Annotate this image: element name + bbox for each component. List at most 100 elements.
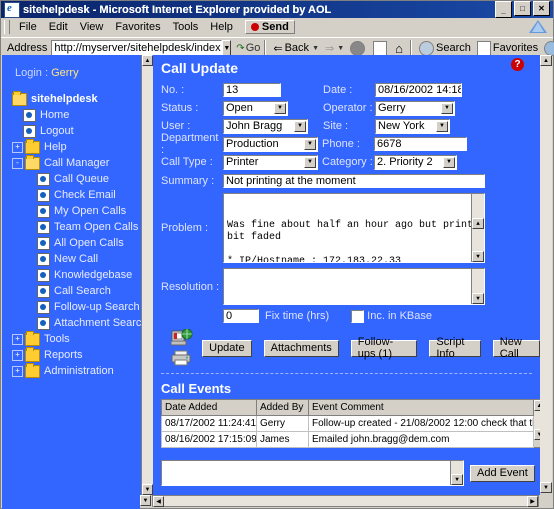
sidebar-item-new-call[interactable]: New Call: [12, 251, 141, 267]
user-select[interactable]: John Bragg ▼: [223, 118, 308, 134]
content-hscroll-right-arrow[interactable]: ▶: [527, 496, 538, 507]
forward-button[interactable]: ⇒ ▼: [322, 42, 347, 55]
toolbar-separator: [264, 40, 267, 56]
department-select[interactable]: Production ▼: [223, 136, 318, 152]
sidebar-item-team-open-calls[interactable]: Team Open Calls: [12, 219, 141, 235]
content-frame-scrollbar[interactable]: ▲ ▼: [540, 55, 552, 495]
content-scroll-up-arrow[interactable]: ▲: [540, 55, 552, 66]
sidebar-item-root[interactable]: sitehelpdesk: [12, 90, 141, 107]
nav-frame-scrollbar[interactable]: ▲ ▼: [141, 55, 153, 495]
nav-scroll-down-arrow[interactable]: ▼: [142, 484, 153, 495]
menu-grip[interactable]: [4, 20, 10, 34]
sidebar-item-follow-up-search[interactable]: Follow-up Search: [12, 299, 141, 315]
kbase-checkbox[interactable]: [351, 309, 365, 323]
help-icon[interactable]: ?: [511, 58, 524, 71]
expand-icon[interactable]: +: [12, 365, 23, 377]
sidebar-item-call-manager[interactable]: - Call Manager: [12, 154, 141, 171]
sidebar-item-attachment-search[interactable]: Attachment Search: [12, 315, 148, 331]
status-select[interactable]: Open ▼: [223, 100, 288, 116]
attachments-button[interactable]: Attachments: [263, 339, 339, 357]
table-row[interactable]: 08/16/2002 17:15:09 James Emailed john.bra…: [161, 431, 534, 448]
sidebar-item-home[interactable]: Home: [12, 107, 141, 123]
back-button[interactable]: ⇐ Back ▼: [270, 42, 322, 55]
address-dropdown-icon[interactable]: ▼: [222, 39, 232, 57]
content-hscroll-left-arrow[interactable]: ◀: [153, 496, 164, 507]
sidebar-item-my-open-calls[interactable]: My Open Calls: [12, 203, 141, 219]
go-button[interactable]: ↷ Go: [236, 42, 260, 54]
calltype-select[interactable]: Printer ▼: [223, 154, 318, 170]
update-button[interactable]: Update: [202, 339, 252, 357]
new-event-scrollbar[interactable]: ▲ ▼: [450, 461, 463, 485]
menu-edit[interactable]: Edit: [43, 20, 74, 34]
expand-icon[interactable]: +: [12, 141, 23, 153]
menu-view[interactable]: View: [74, 20, 110, 34]
date-input[interactable]: 08/16/2002 14:18:55: [375, 83, 462, 97]
collapse-icon[interactable]: -: [12, 157, 23, 169]
nav-scroll-down-arrow-2[interactable]: ▼: [140, 495, 151, 506]
summary-input[interactable]: Not printing at the moment: [223, 174, 485, 188]
content-hscrollbar[interactable]: ◀ ▶: [152, 495, 539, 507]
resolution-textarea[interactable]: ▲ ▼: [223, 268, 485, 305]
monitor-globe-icon[interactable]: [170, 329, 193, 348]
tree-connector: [26, 269, 37, 281]
sidebar-item-help[interactable]: + Help: [12, 138, 141, 155]
content-scroll-track[interactable]: [540, 66, 552, 482]
problem-textarea[interactable]: Was fine about half an hour ago but prin…: [223, 193, 485, 263]
form-row-calltype-category: Call Type : Printer ▼ Category : 2. Prio…: [161, 153, 540, 171]
menu-favorites[interactable]: Favorites: [109, 20, 166, 34]
content-scroll-down-arrow[interactable]: ▼: [540, 482, 552, 493]
sidebar-item-tools[interactable]: + Tools: [12, 330, 141, 347]
expand-icon[interactable]: +: [12, 333, 23, 345]
problem-scroll-up-arrow[interactable]: ▲: [472, 218, 484, 229]
send-button[interactable]: Send: [244, 20, 295, 34]
expand-icon[interactable]: +: [12, 349, 23, 361]
fixtime-input[interactable]: 0: [223, 309, 259, 323]
content-hscroll-track[interactable]: [164, 496, 527, 506]
refresh-button[interactable]: [370, 40, 392, 56]
favorites-button[interactable]: Favorites: [474, 40, 541, 56]
sidebar-item-knowledgebase[interactable]: Knowledgebase: [12, 267, 141, 283]
sidebar-item-administration[interactable]: + Administration: [12, 362, 141, 379]
back-dropdown-icon[interactable]: ▼: [312, 45, 319, 52]
new-event-textarea[interactable]: ▲ ▼: [161, 460, 464, 486]
problem-scrollbar[interactable]: ▲ ▼: [471, 194, 484, 262]
login-username: Gerry: [51, 67, 79, 79]
kbase-checkbox-group[interactable]: Inc. in KBase: [351, 309, 432, 323]
table-row[interactable]: 08/17/2002 11:24:41 Gerry Follow-up create…: [161, 415, 534, 432]
phone-input[interactable]: 6678: [374, 137, 467, 151]
nav-scroll-up-arrow[interactable]: ▲: [142, 55, 153, 66]
minimize-button[interactable]: _: [495, 1, 512, 18]
address-input[interactable]: http://myserver/sitehelpdesk/index..asp: [51, 39, 223, 57]
sidebar-item-check-email[interactable]: Check Email: [12, 187, 141, 203]
menu-help[interactable]: Help: [204, 20, 239, 34]
site-select[interactable]: New York ▼: [375, 118, 450, 134]
category-select[interactable]: 2. Priority 2 ▼: [374, 154, 457, 170]
close-button[interactable]: ✕: [533, 1, 550, 16]
menu-tools[interactable]: Tools: [167, 20, 205, 34]
menu-file[interactable]: File: [13, 20, 43, 34]
new-call-button[interactable]: New Call: [492, 336, 540, 360]
sidebar-item-call-queue[interactable]: Call Queue: [12, 171, 141, 187]
resolution-scrollbar[interactable]: ▲ ▼: [471, 269, 484, 304]
follow-ups-1-button[interactable]: Follow-ups (1): [350, 336, 418, 360]
sidebar-item-call-search[interactable]: Call Search: [12, 283, 141, 299]
add-event-button[interactable]: Add Event: [470, 464, 535, 482]
resolution-scroll-down-arrow[interactable]: ▼: [472, 293, 484, 304]
sidebar-item-logout[interactable]: Logout: [12, 123, 141, 139]
problem-scroll-down-arrow[interactable]: ▼: [472, 251, 484, 262]
new-event-scroll-down-arrow[interactable]: ▼: [451, 474, 463, 485]
new-event-scroll-up-arrow[interactable]: ▲: [451, 485, 463, 486]
maximize-button[interactable]: □: [514, 1, 531, 16]
stop-button[interactable]: [347, 40, 370, 56]
column-header: Date Added: [161, 399, 257, 416]
nav-scroll-track[interactable]: [142, 66, 153, 484]
home-button[interactable]: ⌂: [392, 41, 406, 56]
operator-select[interactable]: Gerry ▼: [375, 100, 455, 116]
sidebar-item-reports[interactable]: + Reports: [12, 346, 141, 363]
call-number-input[interactable]: 13: [223, 83, 281, 97]
script-info-button[interactable]: Script Info: [429, 336, 481, 360]
printer-icon[interactable]: [171, 350, 193, 367]
search-button[interactable]: Search: [416, 40, 474, 56]
history-button[interactable]: History: [541, 40, 554, 56]
sidebar-item-all-open-calls[interactable]: All Open Calls: [12, 235, 141, 251]
